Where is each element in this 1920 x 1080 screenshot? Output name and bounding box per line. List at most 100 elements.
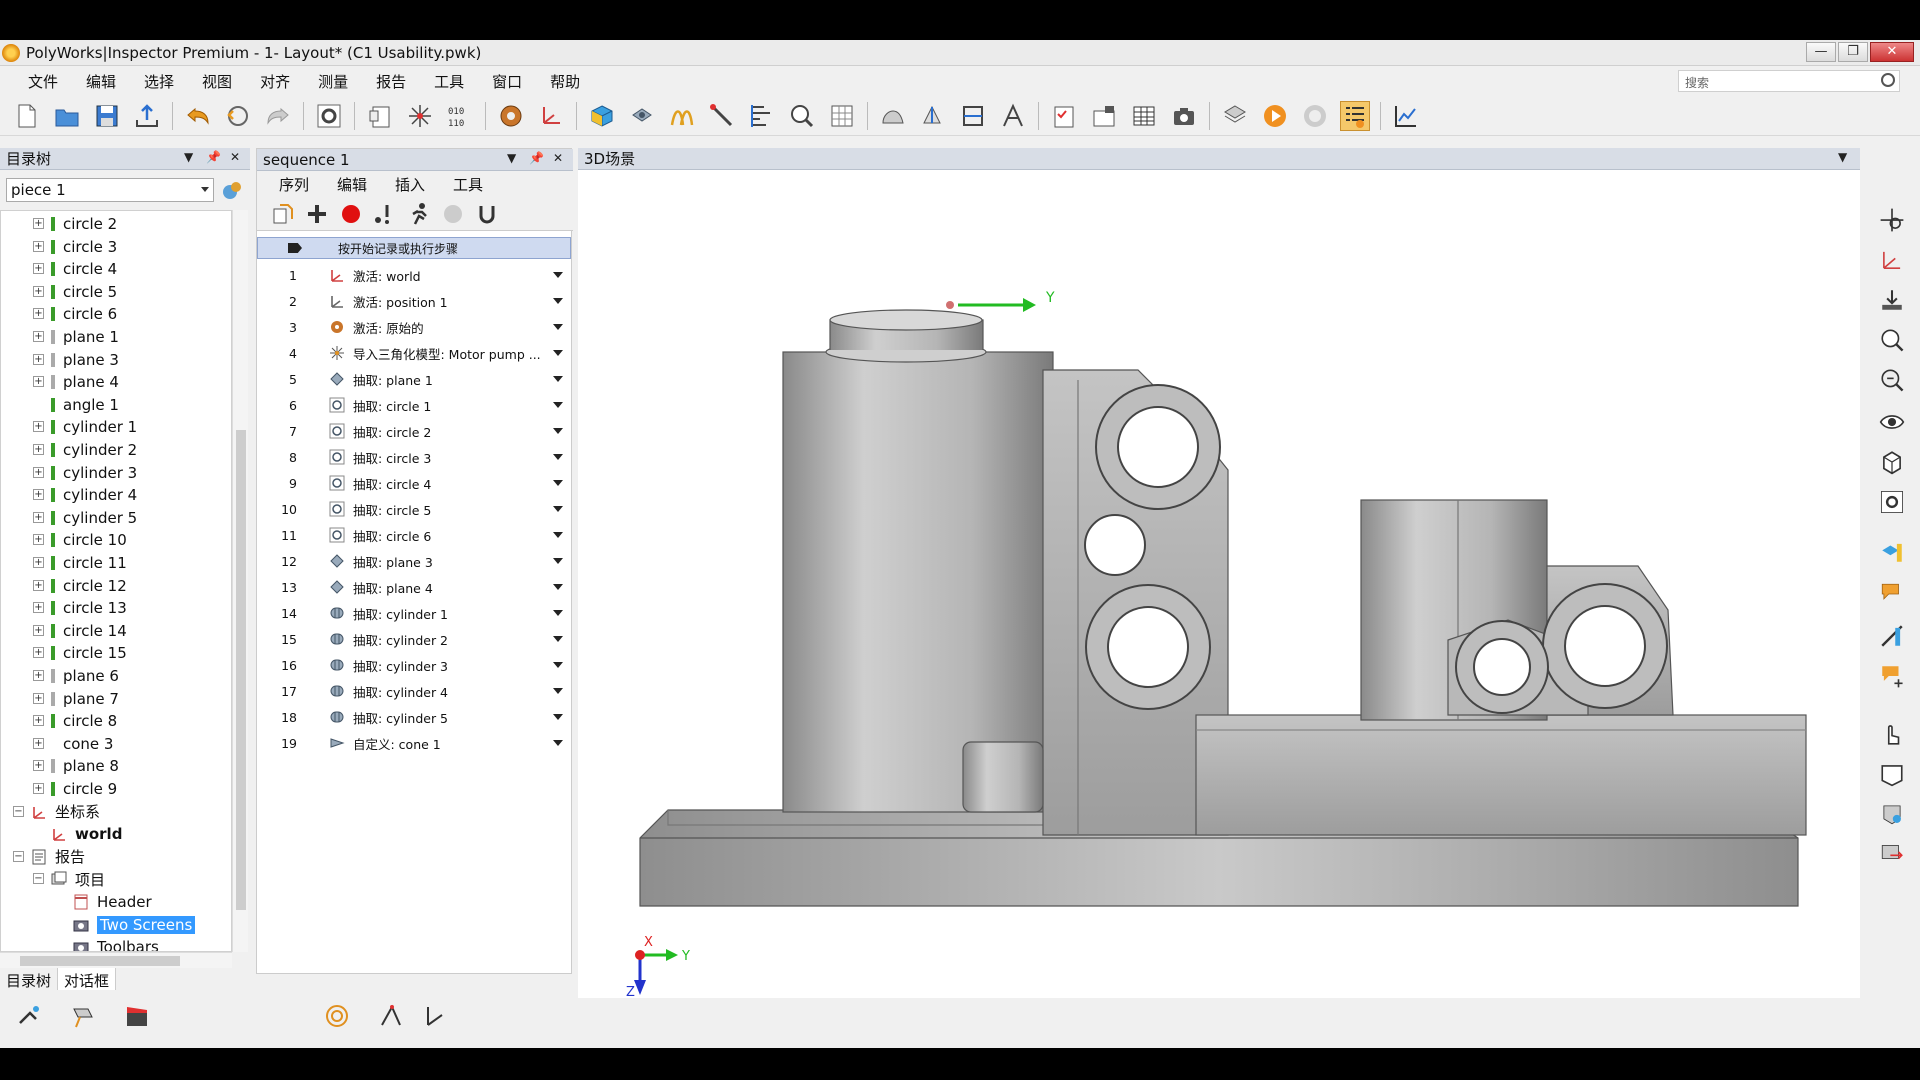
tree-item[interactable]: − 项目 [33, 868, 105, 890]
expand-icon[interactable]: + [33, 285, 44, 297]
collapse-icon[interactable]: − [13, 805, 24, 817]
step-chevron-down-icon[interactable] [553, 558, 563, 564]
step-chevron-down-icon[interactable] [553, 324, 563, 330]
undo-icon[interactable] [183, 101, 213, 131]
step-chevron-down-icon[interactable] [553, 688, 563, 694]
align-view-icon[interactable] [1876, 244, 1908, 276]
sequence-step-row[interactable]: 8 抽取: circle 3 [257, 444, 571, 470]
sequence-menu-edit[interactable]: 编辑 [337, 174, 367, 195]
expand-icon[interactable]: + [33, 579, 44, 591]
collapse-icon[interactable]: − [13, 850, 24, 862]
tree-item[interactable]: + plane 8 [33, 755, 119, 777]
step-chevron-down-icon[interactable] [553, 636, 563, 642]
object-shield-icon[interactable] [1876, 758, 1908, 790]
pin-icon[interactable]: 📌 [206, 150, 221, 164]
tree-item[interactable]: + cylinder 4 [33, 484, 137, 506]
zoom-region-icon[interactable] [1876, 364, 1908, 396]
pan-zoom-icon[interactable] [1876, 204, 1908, 236]
view-cube-icon[interactable] [1876, 446, 1908, 478]
sequence-menu-insert[interactable]: 插入 [395, 174, 425, 195]
expand-icon[interactable]: + [33, 466, 44, 478]
tree-item[interactable]: + circle 14 [33, 620, 127, 642]
menu-file[interactable]: 文件 [14, 71, 72, 92]
expand-icon[interactable]: + [33, 715, 44, 727]
tree-item[interactable]: − 报告 [13, 846, 85, 868]
play-sequence-icon[interactable] [1260, 101, 1290, 131]
close-panel-icon[interactable]: ✕ [230, 150, 240, 164]
expand-icon[interactable]: + [33, 670, 44, 681]
piece-dropdown[interactable]: piece 1 [6, 178, 214, 202]
sequence-step-row[interactable]: 12 抽取: plane 3 [257, 548, 571, 574]
sequence-step-row[interactable]: 10 抽取: circle 5 [257, 496, 571, 522]
tree-item[interactable]: + circle 9 [33, 778, 117, 800]
mesh-tools-icon[interactable] [627, 101, 657, 131]
menu-report[interactable]: 报告 [362, 71, 420, 92]
sequence-step-row[interactable]: 7 抽取: circle 2 [257, 418, 571, 444]
sequence-step-row[interactable]: 15 抽取: cylinder 2 [257, 626, 571, 652]
tree-item[interactable]: + circle 4 [33, 258, 117, 280]
expand-icon[interactable]: + [33, 760, 44, 772]
scrollbar-thumb[interactable] [20, 956, 180, 966]
search-input[interactable]: 搜索 [1678, 70, 1900, 92]
search-icon[interactable] [1881, 73, 1895, 87]
new-file-icon[interactable] [12, 101, 42, 131]
sequence-menu-sequence[interactable]: 序列 [279, 174, 309, 195]
tree-item[interactable]: + circle 11 [33, 552, 127, 574]
menu-edit[interactable]: 编辑 [72, 71, 130, 92]
expand-icon[interactable]: + [33, 376, 44, 388]
zoom-text-icon[interactable] [787, 101, 817, 131]
object-transfer-icon[interactable] [1876, 836, 1908, 868]
undo-history-icon[interactable] [223, 101, 253, 131]
stop-hand-icon[interactable] [1300, 101, 1330, 131]
drop-down-view-icon[interactable] [1876, 284, 1908, 316]
sequence-step-row[interactable]: 19 自定义: cone 1 [257, 730, 571, 756]
tree-item[interactable]: + circle 6 [33, 303, 117, 325]
tree-item[interactable]: − 坐标系 [13, 801, 100, 823]
section-cut-icon[interactable] [958, 101, 988, 131]
expand-icon[interactable]: + [33, 692, 44, 704]
panel-menu-chevron-icon[interactable]: ▼ [184, 150, 193, 164]
cube-data-icon[interactable] [587, 101, 617, 131]
tree-item[interactable]: + circle 15 [33, 642, 127, 664]
close-panel-icon[interactable]: ✕ [553, 151, 563, 165]
maximize-button[interactable]: ❐ [1838, 42, 1868, 62]
callout-add-icon[interactable] [1876, 660, 1908, 692]
menu-help[interactable]: 帮助 [536, 71, 594, 92]
expand-icon[interactable]: + [33, 534, 44, 546]
points-spark-icon[interactable] [405, 101, 435, 131]
tree-item[interactable]: Two Screens [73, 914, 196, 936]
tree-item[interactable]: + cylinder 5 [33, 507, 137, 529]
step-chevron-down-icon[interactable] [553, 454, 563, 460]
tree-item[interactable]: + plane 7 [33, 688, 119, 710]
tree-item[interactable]: + circle 3 [33, 236, 117, 258]
sequence-step-row[interactable]: 13 抽取: plane 4 [257, 574, 571, 600]
step-chevron-down-icon[interactable] [553, 714, 563, 720]
tree-item[interactable]: + circle 8 [33, 710, 117, 732]
sequence-step-row[interactable]: 4 导入三角化模型: Motor pump ... [257, 340, 571, 366]
sequence-menu-tools[interactable]: 工具 [453, 174, 483, 195]
step-chevron-down-icon[interactable] [553, 350, 563, 356]
color-map-icon[interactable] [1876, 536, 1908, 568]
object-pin-icon[interactable] [1876, 798, 1908, 830]
tree-item[interactable]: + plane 1 [33, 326, 119, 348]
sequence-list-icon[interactable] [1340, 100, 1370, 131]
piece-properties-icon[interactable] [220, 178, 244, 202]
record-hint-row[interactable]: 按开始记录或执行步骤 [257, 237, 571, 259]
step-chevron-down-icon[interactable] [553, 584, 563, 590]
pin-icon[interactable]: 📌 [529, 151, 544, 165]
panel-menu-chevron-icon[interactable]: ▼ [1838, 150, 1847, 164]
expand-icon[interactable]: + [33, 511, 44, 523]
sequence-step-row[interactable]: 2 激活: position 1 [257, 288, 571, 314]
step-chevron-down-icon[interactable] [553, 662, 563, 668]
step-into-icon[interactable] [373, 202, 397, 226]
sequence-step-row[interactable]: 3 激活: 原始的 [257, 314, 571, 340]
expand-icon[interactable]: + [33, 489, 44, 501]
expand-icon[interactable]: + [33, 624, 44, 636]
tree-item[interactable]: world [51, 823, 122, 845]
expand-icon[interactable]: + [33, 602, 44, 614]
tab-tree[interactable]: 目录树 [0, 968, 59, 990]
loop-icon[interactable] [475, 202, 499, 226]
clapperboard-icon[interactable] [122, 1001, 152, 1031]
expand-icon[interactable]: + [33, 421, 44, 433]
import-step-icon[interactable] [271, 202, 295, 226]
